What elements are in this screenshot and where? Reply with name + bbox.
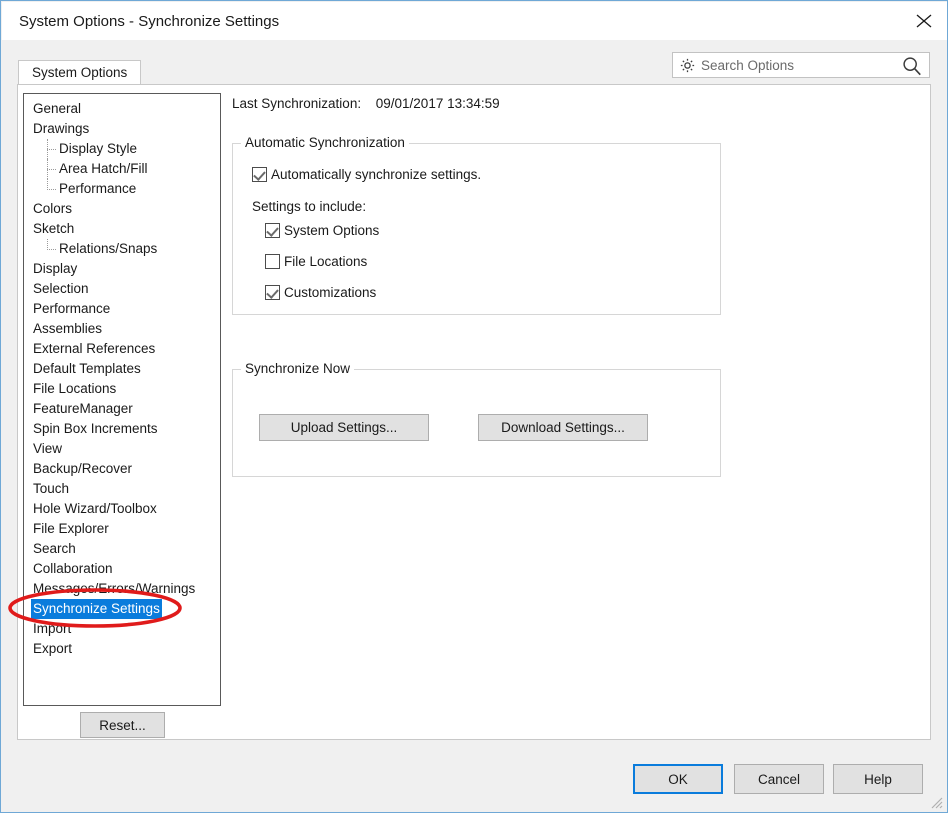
sidebar-item-relations-snaps[interactable]: Relations/Snaps — [24, 239, 220, 259]
sidebar-item-label: FeatureManager — [33, 401, 133, 416]
sidebar-item-label: Performance — [59, 181, 137, 196]
gear-icon — [680, 58, 695, 73]
settings-to-include-label: Settings to include: — [252, 199, 367, 214]
sidebar-item-label: Drawings — [33, 121, 90, 136]
sidebar-item-synchronize-settings[interactable]: Synchronize Settings — [24, 599, 220, 619]
sidebar-item-label: Relations/Snaps — [59, 241, 158, 256]
sidebar-item-external-references[interactable]: External References — [24, 339, 220, 359]
sidebar-item-label: Sketch — [33, 221, 75, 236]
sidebar-item-messages-errors-warnings[interactable]: Messages/Errors/Warnings — [24, 579, 220, 599]
last-synchronization-value: 09/01/2017 13:34:59 — [375, 96, 500, 111]
system-options-dialog: System Options - Synchronize Settings Sy… — [0, 0, 948, 813]
sidebar-item-backup-recover[interactable]: Backup/Recover — [24, 459, 220, 479]
download-settings-button[interactable]: Download Settings... — [478, 414, 648, 441]
sidebar-item-spin-box-increments[interactable]: Spin Box Increments — [24, 419, 220, 439]
sidebar-item-label: Display Style — [59, 141, 138, 156]
checkbox-icon[interactable] — [265, 285, 280, 300]
sidebar-item-label: Collaboration — [33, 561, 113, 576]
sidebar-item-hole-wizard-toolbox[interactable]: Hole Wizard/Toolbox — [24, 499, 220, 519]
cancel-button[interactable]: Cancel — [734, 764, 824, 794]
sidebar-item-label: Messages/Errors/Warnings — [33, 581, 196, 596]
sidebar-item-label: Hole Wizard/Toolbox — [33, 501, 157, 516]
sidebar-item-area-hatch-fill[interactable]: Area Hatch/Fill — [24, 159, 220, 179]
sidebar-item-display[interactable]: Display — [24, 259, 220, 279]
checkbox-icon[interactable] — [252, 167, 267, 182]
tree-line — [47, 189, 56, 190]
include-customizations-row[interactable]: Customizations — [265, 285, 376, 300]
resize-grip-icon[interactable] — [929, 795, 943, 809]
sidebar-item-sketch[interactable]: Sketch — [24, 219, 220, 239]
include-system-options-row[interactable]: System Options — [265, 223, 379, 238]
close-button[interactable] — [901, 2, 947, 39]
close-icon — [916, 14, 932, 28]
sidebar-item-file-explorer[interactable]: File Explorer — [24, 519, 220, 539]
automatic-synchronization-title: Automatic Synchronization — [241, 135, 409, 150]
include-system-options-label: System Options — [284, 223, 380, 238]
sidebar-item-general[interactable]: General — [24, 99, 220, 119]
sidebar-item-label: Search — [33, 541, 76, 556]
magnifier-icon[interactable] — [901, 55, 923, 77]
sidebar-item-label: Synchronize Settings — [31, 599, 162, 619]
ok-button[interactable]: OK — [633, 764, 723, 794]
sidebar-item-file-locations[interactable]: File Locations — [24, 379, 220, 399]
tab-system-options[interactable]: System Options — [18, 60, 142, 84]
sidebar-item-label: Touch — [33, 481, 70, 496]
last-synchronization-row: Last Synchronization: 09/01/2017 13:34:5… — [232, 96, 500, 111]
sidebar-item-colors[interactable]: Colors — [24, 199, 220, 219]
sidebar-item-label: External References — [33, 341, 156, 356]
sidebar-item-performance[interactable]: Performance — [24, 299, 220, 319]
sidebar-item-label: General — [33, 101, 82, 116]
search-box[interactable] — [672, 52, 930, 78]
sidebar-item-import[interactable]: Import — [24, 619, 220, 639]
include-file-locations-row[interactable]: File Locations — [265, 254, 367, 269]
help-button[interactable]: Help — [833, 764, 923, 794]
title-bar: System Options - Synchronize Settings — [2, 2, 947, 41]
sidebar-item-label: File Locations — [33, 381, 117, 396]
search-input[interactable] — [701, 53, 899, 77]
sidebar-item-drawings[interactable]: Drawings — [24, 119, 220, 139]
upload-settings-button[interactable]: Upload Settings... — [259, 414, 429, 441]
sidebar-item-display-style[interactable]: Display Style — [24, 139, 220, 159]
tree-line — [47, 149, 56, 150]
auto-sync-checkbox-label: Automatically synchronize settings. — [271, 167, 482, 182]
sidebar-item-assemblies[interactable]: Assemblies — [24, 319, 220, 339]
window-title: System Options - Synchronize Settings — [19, 13, 280, 30]
synchronize-now-title: Synchronize Now — [241, 361, 355, 376]
sidebar-item-label: Area Hatch/Fill — [59, 161, 148, 176]
last-synchronization-label: Last Synchronization: — [232, 96, 362, 111]
reset-button[interactable]: Reset... — [80, 712, 165, 738]
sidebar-item-search[interactable]: Search — [24, 539, 220, 559]
sidebar-item-label: Backup/Recover — [33, 461, 133, 476]
sidebar-item-label: Spin Box Increments — [33, 421, 158, 436]
sidebar-item-label: Export — [33, 641, 73, 656]
synchronize-now-group: Synchronize Now Upload Settings... Downl… — [232, 361, 721, 477]
sidebar-item-label: View — [33, 441, 63, 456]
tree-line — [47, 249, 56, 250]
sidebar-item-label: Selection — [33, 281, 89, 296]
include-customizations-label: Customizations — [284, 285, 377, 300]
sidebar-item-export[interactable]: Export — [24, 639, 220, 659]
automatic-synchronization-group: Automatic Synchronization Automatically … — [232, 135, 721, 315]
sidebar-item-label: File Explorer — [33, 521, 109, 536]
sidebar-item-collaboration[interactable]: Collaboration — [24, 559, 220, 579]
sidebar-item-label: Import — [33, 621, 72, 636]
include-file-locations-label: File Locations — [284, 254, 368, 269]
sidebar-item-label: Assemblies — [33, 321, 103, 336]
sidebar-item-label: Default Templates — [33, 361, 141, 376]
checkbox-icon[interactable] — [265, 254, 280, 269]
tab-label: System Options — [32, 65, 128, 80]
sidebar-item-selection[interactable]: Selection — [24, 279, 220, 299]
options-tree[interactable]: General Drawings Display Style Area Hatch/F… — [23, 93, 221, 706]
sidebar-item-default-templates[interactable]: Default Templates — [24, 359, 220, 379]
sidebar-item-view[interactable]: View — [24, 439, 220, 459]
auto-sync-checkbox-row[interactable]: Automatically synchronize settings. — [252, 167, 481, 182]
sidebar-item-label: Performance — [33, 301, 111, 316]
sidebar-item-label: Display — [33, 261, 78, 276]
sidebar-item-label: Colors — [33, 201, 73, 216]
tree-line — [47, 169, 56, 170]
sidebar-item-featuremanager[interactable]: FeatureManager — [24, 399, 220, 419]
checkbox-icon[interactable] — [265, 223, 280, 238]
sidebar-item-performance[interactable]: Performance — [24, 179, 220, 199]
sidebar-item-touch[interactable]: Touch — [24, 479, 220, 499]
